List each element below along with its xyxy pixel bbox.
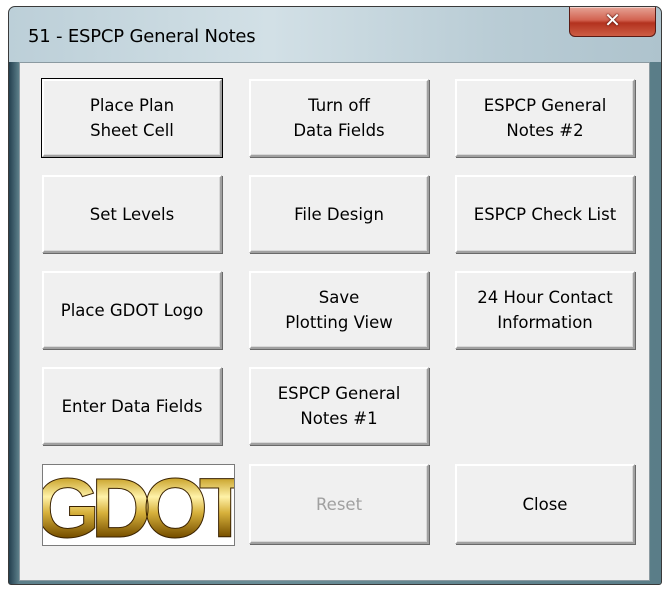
title-bar[interactable]: 51 - ESPCP General Notes ✕ [9,7,661,62]
svg-text:GDOT: GDOT [43,465,234,545]
place-plan-sheet-cell-button[interactable]: Place Plan Sheet Cell [41,78,223,158]
gdot-logo-image: GDOT [34,461,259,556]
gdot-logo-icon: GDOT [34,461,259,556]
dialog-window: 51 - ESPCP General Notes ✕ Place Plan Sh… [8,6,662,585]
dialog-client-area: Place Plan Sheet Cell Turn off Data Fiel… [19,62,650,581]
turn-off-data-fields-button[interactable]: Turn off Data Fields [249,79,429,157]
espcp-general-notes-2-button[interactable]: ESPCP General Notes #2 [455,79,635,157]
close-x-icon: ✕ [604,8,621,32]
place-gdot-logo-button[interactable]: Place GDOT Logo [42,271,222,349]
window-title: 51 - ESPCP General Notes [28,26,256,47]
contact-information-button[interactable]: 24 Hour Contact Information [455,271,635,349]
save-plotting-view-button[interactable]: Save Plotting View [249,271,429,349]
set-levels-button[interactable]: Set Levels [42,175,222,253]
window-close-button[interactable]: ✕ [569,7,656,37]
enter-data-fields-button[interactable]: Enter Data Fields [42,367,222,445]
espcp-general-notes-1-button[interactable]: ESPCP General Notes #1 [249,367,429,445]
espcp-check-list-button[interactable]: ESPCP Check List [455,175,635,253]
close-button[interactable]: Close [455,464,635,544]
file-design-button[interactable]: File Design [249,175,429,253]
reset-button[interactable]: Reset [249,464,429,544]
